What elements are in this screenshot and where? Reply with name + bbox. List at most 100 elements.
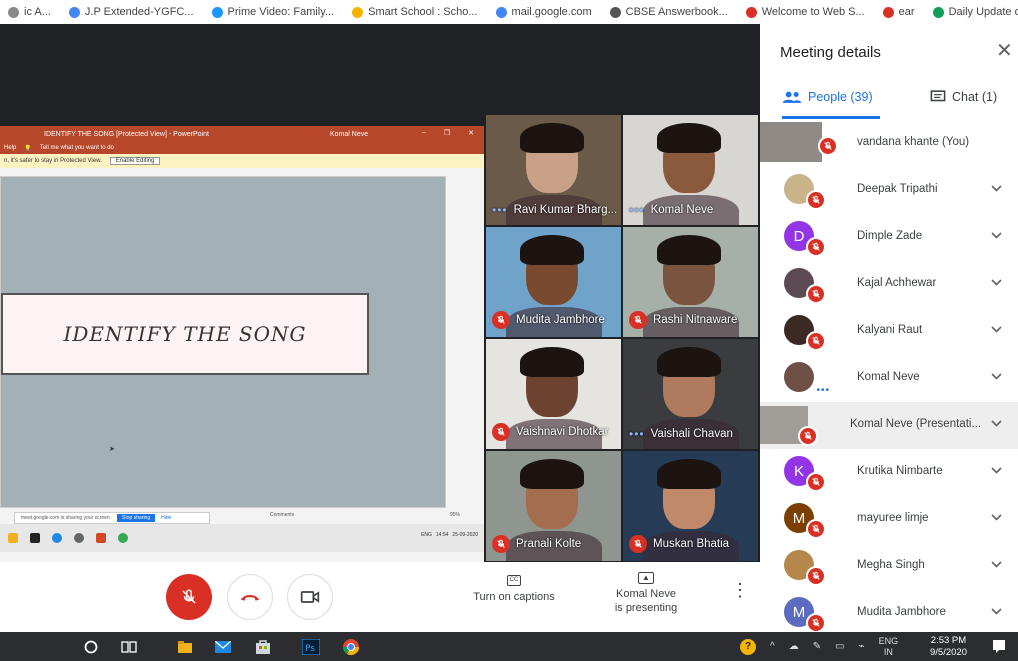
chevron-down-icon[interactable] <box>991 510 1002 524</box>
avatar-initial: M <box>792 603 806 621</box>
chevron-down-icon[interactable] <box>991 557 1002 571</box>
file-explorer-icon[interactable] <box>176 638 194 656</box>
tab-chat-label: Chat (1) <box>952 90 998 104</box>
tab-people[interactable]: People (39) <box>782 90 873 104</box>
people-list-item[interactable]: vandana khante (You) <box>760 120 1018 167</box>
camera-toggle-button[interactable] <box>287 574 333 620</box>
presenting-status-button[interactable]: ▲ Komal Neve is presenting <box>598 570 694 615</box>
chevron-down-icon[interactable] <box>991 416 1002 430</box>
bookmark-item[interactable]: Daily Update of Cla... <box>932 6 1018 18</box>
mic-off-icon <box>818 136 838 156</box>
close-panel-icon[interactable]: ✕ <box>996 38 1013 63</box>
people-list-item[interactable]: Kajal Achhewar <box>760 261 1018 308</box>
battery-icon[interactable]: ▭ <box>835 641 844 652</box>
participant-tile[interactable]: ••• Ravi Kumar Bharg... <box>485 114 622 226</box>
bookmark-item[interactable]: Welcome to Web S... <box>745 6 865 18</box>
mic-off-icon <box>492 311 510 329</box>
cloud-icon[interactable]: ☁ <box>789 641 799 652</box>
notifications-icon[interactable] <box>990 637 1008 655</box>
system-tray: ? ^ ☁ ✎ ▭ ⌁ ENG IN <box>740 632 898 661</box>
protected-view-bar: n, it's safer to stay in Protected View.… <box>0 154 484 168</box>
people-list-item[interactable]: ••• Komal Neve <box>760 355 1018 402</box>
people-list-item[interactable]: Kalyani Raut <box>760 308 1018 355</box>
participant-video-detail <box>520 347 584 377</box>
pen-icon[interactable]: ✎ <box>813 641 821 652</box>
participant-name: Vaishnavi Dhotkar <box>516 426 609 438</box>
taskbar-clock[interactable]: 2:53 PM 9/5/2020 <box>930 635 967 659</box>
person-name: mayuree limje <box>857 512 929 524</box>
slide-title-box: IDENTIFY THE SONG <box>1 293 369 375</box>
chevron-up-icon[interactable]: ^ <box>770 641 775 652</box>
participant-tile[interactable]: Vaishnavi Dhotkar <box>485 338 622 450</box>
chat-icon <box>930 90 946 102</box>
bookmark-label: mail.google.com <box>511 6 592 18</box>
participant-name-row: ••• Vaishali Chavan <box>629 427 733 441</box>
language-indicator[interactable]: ENG IN <box>879 636 899 658</box>
person-name: Deepak Tripathi <box>857 183 938 195</box>
chrome-icon[interactable] <box>342 638 360 656</box>
bookmark-item[interactable]: ic A... <box>8 6 51 18</box>
participant-tile[interactable]: Muskan Bhatia <box>622 450 759 562</box>
speaking-indicator-icon: ••• <box>492 203 508 217</box>
bookmark-item[interactable]: CBSE Answerbook... <box>609 6 728 18</box>
cbse-icon <box>609 6 621 18</box>
bookmark-label: J.P Extended-YGFC... <box>84 6 194 18</box>
bookmark-label: ear <box>898 6 915 18</box>
participant-tile[interactable]: ••• Vaishali Chavan <box>622 338 759 450</box>
store-icon[interactable] <box>254 638 272 656</box>
shared-screen: IDENTIFY THE SONG [Protected View] - Pow… <box>0 126 484 571</box>
participant-tile[interactable]: Pranali Kolte <box>485 450 622 562</box>
microphone-toggle-button[interactable] <box>166 574 212 620</box>
chevron-down-icon[interactable] <box>991 228 1002 242</box>
participant-video-detail <box>520 459 584 489</box>
mouse-cursor-icon: ➤ <box>109 446 115 453</box>
people-list-item[interactable]: D Dimple Zade <box>760 214 1018 261</box>
participant-tile[interactable]: Mudita Jambhore <box>485 226 622 338</box>
participant-name-row: Vaishnavi Dhotkar <box>492 423 608 441</box>
mic-off-icon <box>492 423 510 441</box>
meeting-details-panel: Meeting details ✕ People (39) Chat (1) v… <box>760 24 1018 633</box>
mic-off-icon <box>806 237 826 257</box>
participant-name-row: ••• Ravi Kumar Bharg... <box>492 203 617 217</box>
task-view-icon[interactable] <box>120 638 138 656</box>
chevron-down-icon[interactable] <box>991 604 1002 618</box>
bookmark-item[interactable]: Prime Video: Family... <box>211 6 334 18</box>
leave-call-button[interactable] <box>227 574 273 620</box>
participant-tile[interactable]: ••• Komal Neve <box>622 114 759 226</box>
more-options-icon[interactable]: ⋮ <box>731 580 749 601</box>
avatar: ••• <box>784 362 829 396</box>
person-name: Krutika Nimbarte <box>857 465 943 477</box>
svg-text:Ps: Ps <box>305 644 315 654</box>
search-icon[interactable] <box>82 638 100 656</box>
bookmark-item[interactable]: J.P Extended-YGFC... <box>68 6 194 18</box>
lightbulb-icon: 💡 <box>24 145 32 152</box>
bookmark-item[interactable]: Smart School : Scho... <box>352 6 478 18</box>
bookmark-item[interactable]: ear <box>882 6 915 18</box>
people-list-item[interactable]: Mmayuree limje <box>760 496 1018 543</box>
chevron-down-icon[interactable] <box>991 369 1002 383</box>
avatar <box>784 315 826 351</box>
speaking-indicator-icon: ••• <box>629 203 645 217</box>
ppt-window-controls: – ❐ ✕ <box>422 129 474 137</box>
chevron-down-icon[interactable] <box>991 181 1002 195</box>
participant-tile[interactable]: Rashi Nitnaware <box>622 226 759 338</box>
help-icon[interactable]: ? <box>740 638 756 655</box>
person-name: Dimple Zade <box>857 230 923 242</box>
people-list-item[interactable]: K Krutika Nimbarte <box>760 449 1018 496</box>
participant-video-detail <box>657 123 721 153</box>
people-list-item[interactable]: M Mudita Jambhore <box>760 590 1018 637</box>
tab-chat[interactable]: Chat (1) <box>930 90 997 104</box>
bookmark-item[interactable]: mail.google.com <box>495 6 592 18</box>
people-list-item[interactable]: Komal Neve (Presentati... <box>760 402 1018 449</box>
people-list-item[interactable]: Megha Singh <box>760 543 1018 590</box>
chevron-down-icon[interactable] <box>991 275 1002 289</box>
comments-label: Comments <box>270 512 295 518</box>
captions-button[interactable]: CC Turn on captions <box>466 572 562 603</box>
chevron-down-icon[interactable] <box>991 322 1002 336</box>
participant-name: Pranali Kolte <box>516 538 582 550</box>
photoshop-icon[interactable]: Ps <box>302 638 320 656</box>
mail-app-icon[interactable] <box>214 638 232 656</box>
people-list-item[interactable]: Deepak Tripathi <box>760 167 1018 214</box>
network-icon[interactable]: ⌁ <box>859 641 865 652</box>
chevron-down-icon[interactable] <box>991 463 1002 477</box>
